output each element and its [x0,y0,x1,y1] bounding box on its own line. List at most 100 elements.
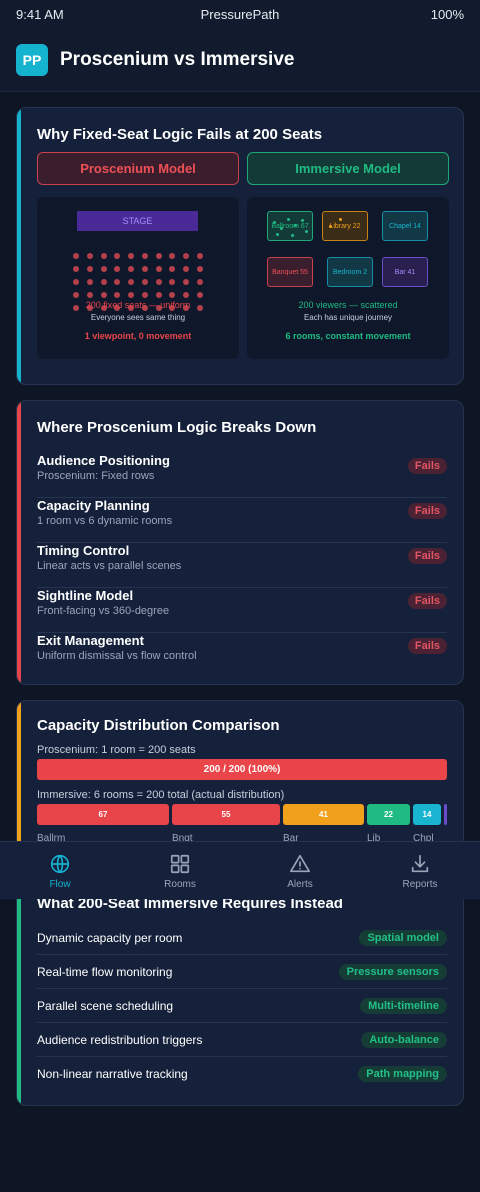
nav-label: Flow [49,879,71,890]
status-bar: 9:41 AM PressurePath 100% [0,0,480,28]
immersive-capacity-bar: 67 55 41 22 14 [37,804,447,825]
room-bar[interactable]: Bar 41 [382,257,428,287]
download-icon [411,854,429,873]
seat-dot [169,291,176,298]
seat-dot [114,265,121,272]
seat-dot [86,265,93,272]
seat-dot [141,252,148,259]
seat-dot [183,265,190,272]
viewer-dot [301,219,304,222]
room-bedroom[interactable]: Bedroom 2 [327,257,373,287]
seat-dot [155,252,162,259]
row-title: Sightline Model [37,588,134,603]
seat-dot [196,278,203,285]
row-title: Audience Positioning [37,453,170,468]
breakdown-row[interactable]: Audience Positioning Proscenium: Fixed r… [37,453,447,498]
globe-icon [50,854,70,874]
requirement-badge: Pressure sensors [338,964,447,980]
nav-item-alerts[interactable]: Alerts [240,842,360,900]
seat-dot [169,265,176,272]
requirement-row[interactable]: Parallel scene scheduling Multi-timeline [37,989,447,1023]
row-title: Capacity Planning [37,498,150,513]
requirement-badge: Path mapping [358,1066,447,1082]
viewer-dot [276,233,279,236]
requirement-row[interactable]: Audience redistribution triggers Auto-ba… [37,1023,447,1057]
status-battery: 100% [430,6,464,22]
seat-dot [169,278,176,285]
seat-dot [141,291,148,298]
why-fails-card: Why Fixed-Seat Logic Fails at 200 Seats … [16,107,464,385]
card-title: Capacity Distribution Comparison [37,717,280,734]
immersive-capacity-label: Immersive: 6 rooms = 200 total (actual d… [37,789,285,801]
proscenium-panel: STAGE 200 fixed seats — uniform Everyone… [37,197,239,359]
requirement-row[interactable]: Non-linear narrative tracking Path mappi… [37,1057,447,1091]
room-chapel[interactable]: Chapel 14 [382,211,428,241]
seat-dot [114,278,121,285]
immersive-model-label: Immersive Model [295,161,401,176]
fails-badge: Fails [407,548,447,564]
viewer-dot [339,218,342,221]
row-subtitle: Proscenium: Fixed rows [37,470,155,482]
status-app-name: PressurePath [200,6,280,22]
viewer-dot [329,225,332,228]
breakdown-row[interactable]: Exit Management Uniform dismissal vs flo… [37,633,447,678]
requirement-badge: Spatial model [359,930,447,946]
card-title: Where Proscenium Logic Breaks Down [37,419,317,436]
seat-dot [155,278,162,285]
row-subtitle: Linear acts vs parallel scenes [37,560,182,572]
seat-dot [141,265,148,272]
requirement-text: Dynamic capacity per room [37,931,183,945]
proscenium-model-button[interactable]: Proscenium Model [37,152,239,185]
requirement-row[interactable]: Real-time flow monitoring Pressure senso… [37,955,447,989]
seat-dot [86,291,93,298]
row-subtitle: Front-facing vs 360-degree [37,605,170,617]
seat-dot [128,252,135,259]
viewer-dot [273,221,276,224]
nav-label: Rooms [164,879,196,890]
segment-library: 22 [367,804,410,825]
fails-badge: Fails [407,458,447,474]
breakdown-row[interactable]: Capacity Planning 1 room vs 6 dynamic ro… [37,498,447,543]
nav-label: Reports [402,879,438,890]
proscenium-caption: 200 fixed seats — uniform [85,300,191,310]
nav-item-rooms[interactable]: Rooms [120,842,240,900]
seat-row [73,249,203,262]
room-ballroom[interactable]: Ballroom 67 [267,211,313,241]
nav-item-reports[interactable]: Reports [360,842,480,900]
warning-icon [290,854,310,873]
immersive-model-button[interactable]: Immersive Model [247,152,449,185]
immersive-panel: Ballroom 67 Library 22 Chapel 14 Banquet… [247,197,449,359]
row-subtitle: Uniform dismissal vs flow control [37,650,197,662]
seat-dot [100,252,107,259]
segment-bar: 41 [283,804,364,825]
proscenium-model-label: Proscenium Model [80,161,196,176]
seat-dot [114,291,121,298]
nav-label: Alerts [287,879,313,890]
segment-banquet: 55 [172,804,280,825]
seat-dot [183,252,190,259]
room-banquet[interactable]: Banquet 55 [267,257,313,287]
requirement-text: Parallel scene scheduling [37,999,174,1013]
seat-dot [169,252,176,259]
fails-badge: Fails [407,593,447,609]
page-title: Proscenium vs Immersive [60,48,295,70]
requirement-badge: Multi-timeline [360,998,447,1014]
breakdown-row[interactable]: Timing Control Linear acts vs parallel s… [37,543,447,588]
seat-dot [128,265,135,272]
app-logo: PP [16,43,48,76]
segment-ballroom: 67 [37,804,169,825]
requirement-row[interactable]: Dynamic capacity per room Spatial model [37,921,447,955]
seat-dot [73,291,79,298]
seat-dot [100,278,107,285]
seat-dot [73,265,79,272]
seat-dot [196,291,203,298]
seat-dot [86,252,93,259]
viewer-dot [287,218,290,221]
segment-chapel: 14 [413,804,441,825]
seat-dot [155,291,162,298]
seat-dot [73,278,79,285]
seat-dot [155,265,162,272]
nav-item-flow[interactable]: Flow [0,842,120,900]
seat-row [73,275,203,288]
breakdown-row[interactable]: Sightline Model Front-facing vs 360-degr… [37,588,447,633]
